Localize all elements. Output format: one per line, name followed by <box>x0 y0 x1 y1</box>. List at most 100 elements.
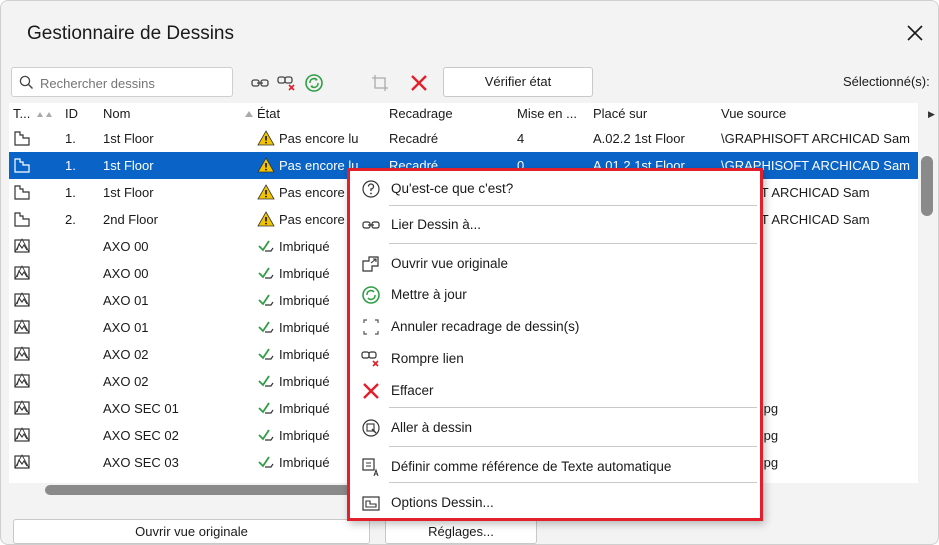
link-icon[interactable] <box>250 73 270 93</box>
selected-count-label: Sélectionné(s): <box>843 74 930 89</box>
crop-icon[interactable] <box>370 73 390 93</box>
warning-icon <box>257 211 275 227</box>
menu-item-crop[interactable]: Annuler recadrage de dessin(s) <box>350 313 760 341</box>
drawing-icon <box>14 158 30 173</box>
sort-icon <box>37 112 52 117</box>
header-crop[interactable]: Recadrage <box>389 106 453 121</box>
cell-name: AXO 01 <box>103 320 149 335</box>
cell-name: AXO 00 <box>103 239 149 254</box>
cell-name: 2nd Floor <box>103 212 158 227</box>
warning-icon <box>257 184 275 200</box>
menu-item-break-link[interactable]: Rompre lien <box>350 345 760 373</box>
image-icon <box>14 400 30 415</box>
menu-separator <box>389 243 757 244</box>
header-update[interactable]: Mise en ... <box>517 106 577 121</box>
image-icon <box>14 346 30 361</box>
cell-id: 1. <box>65 131 76 146</box>
embedded-icon <box>258 402 274 414</box>
delete-icon[interactable] <box>409 73 429 93</box>
autotext-icon <box>362 458 379 477</box>
drawing-manager-window: Gestionnaire de Dessins Rechercher dessi… <box>0 0 939 545</box>
vertical-scrollbar[interactable] <box>921 156 933 216</box>
cell-name: AXO SEC 01 <box>103 401 179 416</box>
open-view-icon <box>362 256 379 272</box>
header-placed[interactable]: Placé sur <box>593 106 647 121</box>
open-original-view-button[interactable]: Ouvrir vue originale <box>13 519 370 544</box>
menu-item-label: Ouvrir vue originale <box>391 256 509 271</box>
context-menu: Qu'est-ce que c'est? Lier Dessin à... Ouvr… <box>347 168 763 521</box>
cell-placed: A.02.2 1st Floor <box>593 131 685 146</box>
menu-item-refresh[interactable]: Mettre à jour <box>350 281 760 309</box>
drawing-icon <box>14 131 30 146</box>
menu-item-label: Lier Dessin à... <box>391 217 482 232</box>
image-icon <box>14 454 30 469</box>
image-icon <box>14 265 30 280</box>
embedded-icon <box>258 294 274 306</box>
embedded-icon <box>258 429 274 441</box>
break-link-icon[interactable] <box>277 73 297 93</box>
menu-item-autotext[interactable]: Définir comme référence de Texte automat… <box>350 453 760 481</box>
close-icon[interactable] <box>901 19 929 47</box>
menu-item-help[interactable]: Qu'est-ce que c'est? <box>350 175 760 203</box>
menu-item-delete[interactable]: Effacer <box>350 377 760 405</box>
menu-item-label: Qu'est-ce que c'est? <box>391 181 514 196</box>
search-input[interactable] <box>38 72 230 94</box>
menu-item-open-view[interactable]: Ouvrir vue originale <box>350 250 760 278</box>
cell-name: AXO 00 <box>103 266 149 281</box>
cell-name: 1st Floor <box>103 158 154 173</box>
refresh-icon <box>362 286 380 304</box>
embedded-icon <box>258 456 274 468</box>
embedded-icon <box>258 240 274 252</box>
header-id[interactable]: ID <box>65 106 78 121</box>
menu-item-label: Rompre lien <box>391 351 464 366</box>
title-bar: Gestionnaire de Dessins <box>1 1 938 61</box>
menu-item-label: Mettre à jour <box>391 287 467 302</box>
warning-icon <box>257 130 275 146</box>
cell-name: 1st Floor <box>103 185 154 200</box>
embedded-icon <box>258 267 274 279</box>
drawing-icon <box>14 212 30 227</box>
menu-item-label: Effacer <box>391 383 434 398</box>
delete-icon <box>363 383 379 399</box>
menu-separator <box>389 446 757 447</box>
scroll-right-icon[interactable]: ▶ <box>928 109 935 120</box>
cell-id: 1. <box>65 158 76 173</box>
cell-id: 2. <box>65 212 76 227</box>
header-state[interactable]: État <box>257 106 280 121</box>
refresh-icon[interactable] <box>304 73 324 93</box>
link-icon <box>362 221 380 229</box>
menu-separator <box>389 407 757 408</box>
menu-item-label: Définir comme référence de Texte automat… <box>391 459 672 474</box>
menu-item-goto-drawing[interactable]: Aller à dessin <box>350 414 760 442</box>
search-box[interactable] <box>11 67 233 97</box>
table-row[interactable]: 1. 1st Floor Recadré 4 A.02.2 1st Floor \GRAP… <box>9 125 918 152</box>
warning-icon <box>257 157 275 173</box>
image-icon <box>14 373 30 388</box>
menu-separator <box>389 205 757 206</box>
menu-item-label: Aller à dessin <box>391 420 473 435</box>
verify-state-button[interactable]: Vérifier état <box>443 67 593 97</box>
cell-name: 1st Floor <box>103 131 154 146</box>
embedded-icon <box>258 348 274 360</box>
drawing-options-icon <box>362 496 380 511</box>
menu-item-link[interactable]: Lier Dessin à... <box>350 211 760 239</box>
cell-name: AXO SEC 03 <box>103 455 179 470</box>
header-name[interactable]: Nom <box>103 106 130 121</box>
header-source[interactable]: Vue source <box>721 106 786 121</box>
menu-item-label: Annuler recadrage de dessin(s) <box>391 319 580 334</box>
header-type[interactable]: T... <box>13 106 30 121</box>
image-icon <box>14 238 30 253</box>
horizontal-scrollbar[interactable] <box>45 485 355 495</box>
window-title: Gestionnaire de Dessins <box>27 23 234 44</box>
toolbar: Vérifier état Sélectionné(s): <box>1 67 938 99</box>
cell-name: AXO 02 <box>103 374 149 389</box>
table-header: T... ID Nom État Recadrage Mise en ... P… <box>9 103 918 123</box>
image-icon <box>14 319 30 334</box>
embedded-icon <box>258 375 274 387</box>
menu-item-label: Options Dessin... <box>391 495 494 510</box>
settings-button[interactable]: Réglages... <box>385 519 537 544</box>
cell-crop: Recadré <box>389 131 439 146</box>
menu-item-drawing-options[interactable]: Options Dessin... <box>350 489 760 517</box>
cell-name: AXO SEC 02 <box>103 428 179 443</box>
image-icon <box>14 292 30 307</box>
